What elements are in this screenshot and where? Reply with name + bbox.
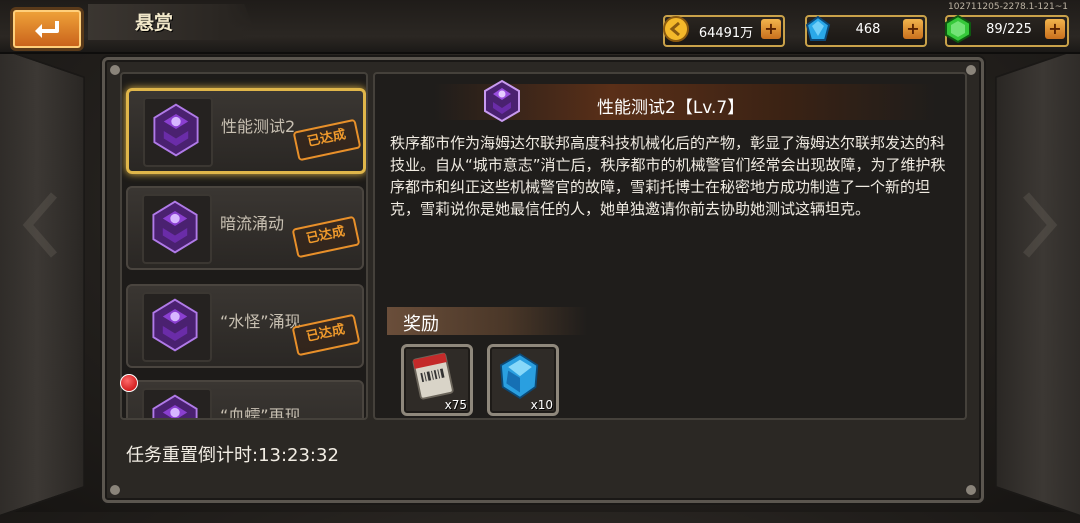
reward-label: 奖励 [403,314,439,335]
completed-stamp: 已达成 [291,215,361,259]
quest-emblem-icon [142,388,212,418]
quest-list[interactable]: 性能测试2 已达成 暗流涌动 已达成 “水怪”涌现 已达成 “血蠕”再现 [120,72,368,420]
reset-countdown: 任务重置倒计时:13:23:32 [126,445,339,466]
quest-card[interactable]: 性能测试2 已达成 [126,88,366,174]
completed-stamp: 已达成 [291,313,361,357]
blue-gem-icon [805,15,831,41]
background-right-panel [995,40,1080,523]
reward-item[interactable]: x75 [401,344,473,416]
quest-name: 性能测试2 [221,117,296,136]
reward-quantity: x75 [444,398,467,412]
quest-emblem-icon [142,194,212,264]
add-gem-button[interactable]: + [903,19,923,39]
energy-value: 89/225 [986,22,1032,37]
gold-value: 64491万 [698,26,754,41]
quest-name: “血蠕”再现 [220,406,301,420]
back-button[interactable] [10,7,84,51]
rivet [109,484,121,496]
page-title: 悬赏 [135,12,174,34]
chevron-right-icon [1022,192,1058,258]
back-arrow-icon [35,21,59,38]
completed-stamp: 已达成 [292,118,362,162]
add-gold-button[interactable]: + [761,19,781,39]
gem-value: 468 [855,22,881,37]
quest-name: “水怪”涌现 [220,312,301,331]
quest-detail-pane: 性能测试2【Lv.7】 秩序都市作为海姆达尔联邦高度科技机械化后的产物，彰显了海… [373,72,967,420]
chevron-left-icon [22,192,58,258]
quest-card[interactable]: “水怪”涌现 已达成 [126,284,364,368]
quest-emblem-icon [142,292,212,362]
green-energy-icon [945,14,971,44]
build-info: 102711205-2278.1-121~1 [948,2,1068,12]
quest-card[interactable]: “血蠕”再现 [126,380,364,420]
quest-emblem-icon [484,79,520,123]
reward-quantity: x10 [530,398,553,412]
add-energy-button[interactable]: + [1045,19,1065,39]
rivet [965,484,977,496]
energy-counter: 89/225 + [945,14,1069,47]
quest-name: 暗流涌动 [220,214,285,233]
top-bar: 悬赏 102711205-2278.1-121~1 64491万 + 468 +… [0,0,1080,54]
gold-counter: 64491万 + [663,15,785,47]
quest-emblem-icon [143,97,213,167]
background-left-panel [0,40,85,523]
reward-item[interactable]: x10 [487,344,559,416]
quest-detail-title: 性能测试2【Lv.7】 [597,98,745,118]
notification-dot [120,374,138,392]
gold-coin-icon [663,16,689,42]
gem-counter: 468 + [805,15,927,47]
quest-description: 秩序都市作为海姆达尔联邦高度科技机械化后的产物，彰显了海姆达尔联邦发达的科技业。… [390,134,946,218]
quest-card[interactable]: 暗流涌动 已达成 [126,186,364,270]
